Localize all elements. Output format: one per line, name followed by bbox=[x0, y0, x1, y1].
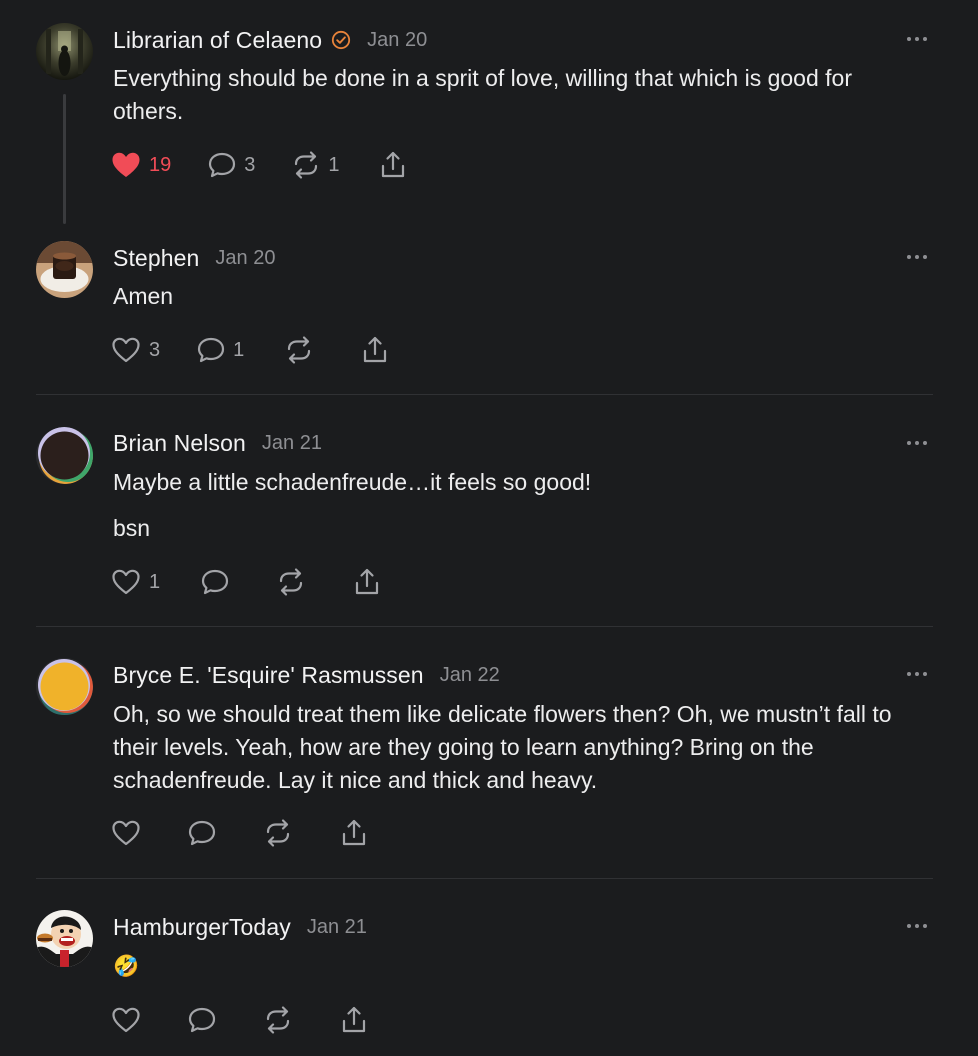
share-upload-icon bbox=[339, 818, 369, 848]
author-name[interactable]: Stephen bbox=[113, 245, 199, 272]
share-button[interactable] bbox=[339, 818, 369, 848]
restack-count: 1 bbox=[328, 153, 340, 176]
comment-date[interactable]: Jan 21 bbox=[262, 432, 322, 455]
like-button[interactable]: 19 bbox=[110, 150, 171, 180]
avatar-stephen-image bbox=[36, 241, 93, 298]
comment-header: Librarian of Celaeno Jan 20 bbox=[113, 24, 427, 56]
avatar-brian-image bbox=[36, 427, 93, 484]
like-button[interactable] bbox=[110, 818, 142, 848]
heart-icon bbox=[110, 818, 142, 848]
share-upload-icon bbox=[339, 1005, 369, 1035]
share-button[interactable] bbox=[360, 335, 390, 365]
restack-button[interactable]: 1 bbox=[291, 150, 340, 180]
avatar-bryce-image bbox=[36, 658, 93, 715]
more-dots-icon[interactable] bbox=[903, 250, 931, 264]
reply-button[interactable] bbox=[187, 818, 217, 848]
restack-button[interactable] bbox=[276, 567, 306, 597]
avatar-librarian-image bbox=[36, 23, 93, 80]
comment-date[interactable]: Jan 20 bbox=[367, 29, 427, 52]
share-button[interactable] bbox=[378, 150, 408, 180]
comment-header: HamburgerToday Jan 21 bbox=[113, 911, 367, 943]
share-button[interactable] bbox=[339, 1005, 369, 1035]
restack-arrows-icon bbox=[291, 150, 321, 180]
like-button[interactable]: 3 bbox=[110, 335, 160, 365]
more-dots-icon[interactable] bbox=[903, 436, 931, 450]
reply-button[interactable]: 1 bbox=[196, 335, 244, 365]
comment-signature: bsn bbox=[113, 515, 151, 541]
comment-header: Stephen Jan 20 bbox=[113, 242, 275, 274]
avatar[interactable] bbox=[36, 241, 93, 298]
avatar[interactable] bbox=[36, 910, 93, 967]
author-name[interactable]: HamburgerToday bbox=[113, 914, 291, 941]
comment-actions: 3 1 bbox=[110, 333, 390, 367]
share-button[interactable] bbox=[352, 567, 382, 597]
restack-arrows-icon bbox=[284, 335, 314, 365]
comment-date[interactable]: Jan 22 bbox=[440, 664, 500, 687]
share-upload-icon bbox=[360, 335, 390, 365]
comment-text: Everything should be done in a sprit of … bbox=[113, 65, 852, 124]
comment-actions bbox=[110, 1003, 369, 1037]
speech-bubble-icon bbox=[187, 818, 217, 848]
share-upload-icon bbox=[352, 567, 382, 597]
comment-date[interactable]: Jan 20 bbox=[215, 247, 275, 270]
reply-button[interactable] bbox=[187, 1005, 217, 1035]
avatar[interactable] bbox=[36, 23, 93, 80]
restack-arrows-icon bbox=[263, 1005, 293, 1035]
comment-text: Maybe a little schadenfreude…it feels so… bbox=[113, 469, 592, 495]
avatar-hamburgertoday-image bbox=[36, 910, 93, 967]
reply-count: 1 bbox=[233, 338, 245, 361]
comment-date[interactable]: Jan 21 bbox=[307, 916, 367, 939]
thread-connector-line bbox=[63, 94, 66, 224]
restack-arrows-icon bbox=[263, 818, 293, 848]
author-name[interactable]: Librarian of Celaeno bbox=[113, 27, 322, 54]
more-dots-icon[interactable] bbox=[903, 919, 931, 933]
reply-count: 3 bbox=[244, 153, 256, 176]
more-dots-icon[interactable] bbox=[903, 32, 931, 46]
more-dots-icon[interactable] bbox=[903, 667, 931, 681]
comment-text-emoji: 🤣 bbox=[113, 955, 140, 978]
heart-icon bbox=[110, 150, 142, 180]
comment-actions: 1 bbox=[110, 565, 382, 599]
heart-icon bbox=[110, 335, 142, 365]
comment-actions: 19 3 1 bbox=[110, 148, 408, 182]
speech-bubble-icon bbox=[196, 335, 226, 365]
like-count: 1 bbox=[149, 570, 161, 593]
comment-divider bbox=[36, 394, 933, 395]
comment-divider bbox=[36, 878, 933, 879]
comment-header: Brian Nelson Jan 21 bbox=[113, 427, 322, 459]
reply-button[interactable] bbox=[200, 567, 230, 597]
comment-actions bbox=[110, 816, 369, 850]
author-name[interactable]: Bryce E. 'Esquire' Rasmussen bbox=[113, 662, 424, 689]
verified-check-icon bbox=[331, 30, 351, 50]
avatar[interactable] bbox=[36, 658, 93, 715]
restack-arrows-icon bbox=[276, 567, 306, 597]
like-button[interactable]: 1 bbox=[110, 567, 160, 597]
heart-icon bbox=[110, 567, 142, 597]
restack-button[interactable] bbox=[284, 335, 314, 365]
speech-bubble-icon bbox=[207, 150, 237, 180]
author-name[interactable]: Brian Nelson bbox=[113, 430, 246, 457]
share-upload-icon bbox=[378, 150, 408, 180]
speech-bubble-icon bbox=[187, 1005, 217, 1035]
restack-button[interactable] bbox=[263, 818, 293, 848]
speech-bubble-icon bbox=[200, 567, 230, 597]
like-count: 3 bbox=[149, 338, 161, 361]
avatar[interactable] bbox=[36, 427, 93, 484]
reply-button[interactable]: 3 bbox=[207, 150, 255, 180]
comment-thread: Librarian of Celaeno Jan 20 Everything s… bbox=[0, 0, 978, 1056]
comment-text: Amen bbox=[113, 283, 174, 309]
heart-icon bbox=[110, 1005, 142, 1035]
like-count: 19 bbox=[149, 153, 172, 176]
like-button[interactable] bbox=[110, 1005, 142, 1035]
comment-divider bbox=[36, 626, 933, 627]
restack-button[interactable] bbox=[263, 1005, 293, 1035]
comment-text: Oh, so we should treat them like delicat… bbox=[113, 701, 892, 793]
comment-header: Bryce E. 'Esquire' Rasmussen Jan 22 bbox=[113, 659, 500, 691]
